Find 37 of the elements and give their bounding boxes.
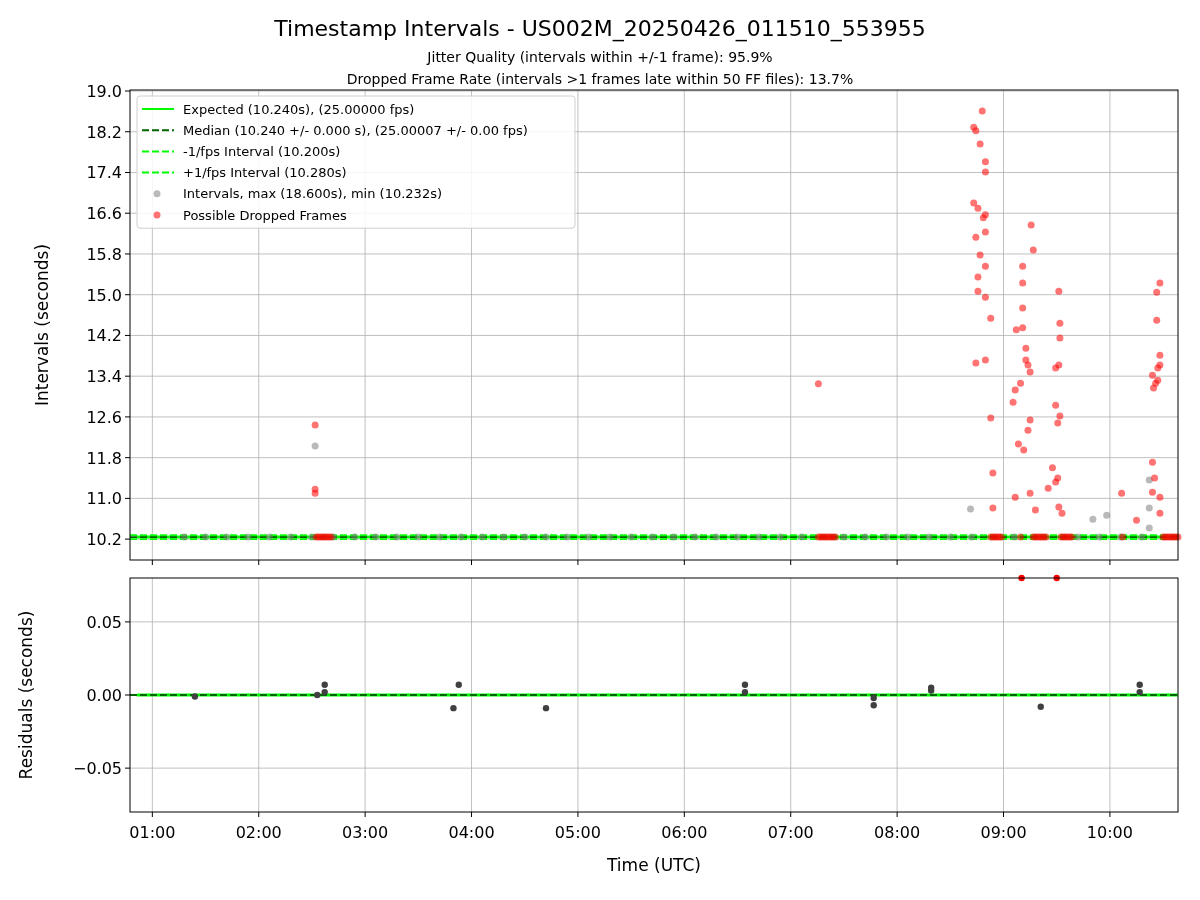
chart-subtitle: Jitter Quality (intervals within +/-1 frame): 95.9% — [427, 48, 773, 67]
tick-label: 15.8 — [86, 244, 122, 264]
legend-label: -1/fps Interval (10.200s) — [183, 143, 341, 159]
legend-label: +1/fps Interval (10.280s) — [183, 165, 347, 181]
tick-label: 07:00 — [767, 823, 814, 842]
tick-label: 0.00 — [86, 686, 122, 705]
tick-label: 02:00 — [235, 823, 282, 842]
tick-label: 17.4 — [86, 163, 122, 183]
tick-label: 09:00 — [980, 823, 1027, 842]
tick-label: 10:00 — [1086, 823, 1133, 842]
tick-label: 03:00 — [342, 823, 389, 842]
tick-label: 10.2 — [86, 530, 122, 550]
tick-label: 0.05 — [86, 612, 122, 632]
tick-label: 14.2 — [86, 326, 122, 346]
tick-label: 08:00 — [874, 823, 921, 842]
tick-label: 13.4 — [86, 367, 122, 387]
tick-label: 04:00 — [448, 823, 495, 842]
axis-title: Time (UTC) — [607, 855, 701, 875]
legend-label: Median (10.240 +/- 0.000 s), (25.00007 +/- 0.00 fps) — [183, 122, 528, 138]
tick-label: 18.2 — [86, 122, 122, 142]
tick-label: 15.0 — [86, 285, 122, 305]
tick-label: 01:00 — [129, 823, 176, 842]
tick-label: 11.8 — [86, 448, 122, 468]
legend-label: Expected (10.240s), (25.00000 fps) — [183, 101, 415, 117]
chart-subtitle: Dropped Frame Rate (intervals >1 frames late within 50 FF files): 13.7% — [346, 70, 854, 89]
tick-label: 16.6 — [86, 204, 122, 224]
tick-label: 05:00 — [554, 823, 601, 842]
axis-title: Intervals (seconds) — [32, 243, 52, 407]
legend-label: Possible Dropped Frames — [183, 207, 347, 223]
legend-label: Intervals, max (18.600s), min (10.232s) — [183, 186, 442, 202]
tick-label: 06:00 — [661, 823, 708, 842]
tick-label: 12.6 — [86, 407, 122, 427]
tick-label: 19.0 — [86, 82, 122, 101]
tick-label: 11.0 — [86, 489, 122, 509]
chart-title: Timestamp Intervals - US002M_20250426_011510_553955 — [274, 16, 926, 42]
tick-label: −0.05 — [72, 759, 122, 779]
axis-title: Residuals (seconds) — [16, 610, 36, 780]
